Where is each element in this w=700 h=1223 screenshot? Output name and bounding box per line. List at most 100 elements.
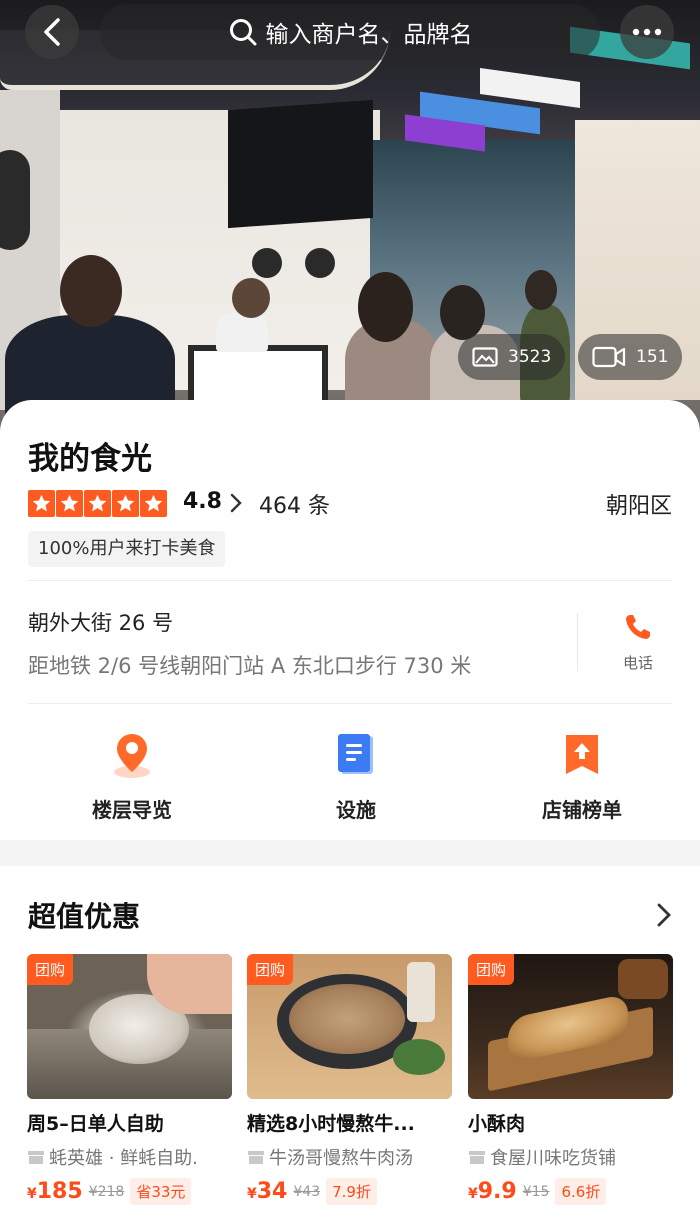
currency-symbol: ¥: [468, 1186, 478, 1202]
deal-shop-name: 蚝英雄 · 鲜蚝自助.: [49, 1148, 198, 1169]
district-label: 朝阳区: [605, 494, 672, 519]
deal-price-row: ¥9.9 ¥15 6.6折: [468, 1178, 673, 1205]
photo-person: [525, 270, 557, 310]
subway-directions[interactable]: 距地铁 2/6 号线朝阳门站 A 东北口步行 730 米: [28, 650, 471, 680]
photo-person: [60, 255, 122, 327]
deal-price-row: ¥34 ¥43 7.9折: [247, 1178, 452, 1205]
video-icon: [592, 346, 626, 368]
deal-card[interactable]: 团购 精选8小时慢熬牛... 牛汤哥慢熬牛肉汤 ¥34 ¥43 7.9折: [247, 954, 452, 1205]
photo-count: 3523: [508, 347, 552, 367]
deals-section: 超值优惠 团购 周5–日单人自助 蚝英雄 · 鲜蚝自助. ¥185 ¥218 省…: [0, 866, 700, 1223]
video-count: 151: [636, 347, 669, 367]
search-placeholder: 输入商户名、品牌名: [265, 22, 473, 48]
deal-name: 精选8小时慢熬牛...: [247, 1113, 415, 1135]
phone-label: 电话: [622, 654, 653, 672]
deal-shop-name: 牛汤哥慢熬牛肉汤: [269, 1148, 413, 1169]
deal-image[interactable]: 团购: [27, 954, 232, 1099]
star-icon: [112, 490, 139, 517]
deal-original-price: ¥218: [88, 1183, 125, 1200]
deal-image: [393, 1039, 445, 1075]
deal-image: [618, 959, 668, 999]
photo-person: [232, 278, 270, 318]
divider: [28, 580, 672, 581]
shop-address[interactable]: 朝外大街 26 号: [28, 607, 173, 637]
video-count-button[interactable]: 151: [578, 334, 683, 380]
photo-clock: [0, 150, 30, 250]
deal-discount: 7.9折: [326, 1178, 377, 1205]
deal-price: ¥185: [27, 1179, 83, 1204]
rating-score[interactable]: 4.8: [183, 489, 222, 514]
deal-price: ¥9.9: [468, 1179, 517, 1204]
search-icon: [229, 19, 256, 46]
deal-original-price: ¥43: [293, 1183, 321, 1200]
store-icon: [469, 1151, 485, 1164]
star-rating[interactable]: [28, 490, 167, 517]
shop-ranking-button[interactable]: 店铺榜单: [502, 730, 662, 823]
currency-symbol: ¥: [27, 1186, 37, 1202]
divider: [28, 703, 672, 704]
star-icon: [56, 490, 83, 517]
shop-tag: 100%用户来打卡美食: [28, 531, 226, 567]
star-icon: [140, 490, 167, 517]
back-button[interactable]: [25, 5, 79, 59]
deal-shop-name: 食屋川味吃货铺: [490, 1148, 616, 1169]
search-bar[interactable]: 输入商户名、品牌名: [100, 4, 600, 60]
deal-name: 周5–日单人自助: [27, 1113, 164, 1135]
ranking-bookmark-icon: [566, 735, 598, 774]
facilities-button[interactable]: 设施: [276, 730, 436, 823]
store-icon: [28, 1151, 44, 1164]
photo-person: [440, 285, 485, 340]
deal-price-value: 185: [36, 1179, 83, 1204]
shop-name: 我的食光: [28, 441, 152, 477]
photo-person: [216, 312, 268, 352]
deal-card[interactable]: 团购 小酥肉 食屋川味吃货铺 ¥9.9 ¥15 6.6折: [468, 954, 673, 1205]
photo-screen: [228, 99, 373, 229]
shop-photo-header[interactable]: 输入商户名、品牌名 3523 151: [0, 0, 700, 440]
photo-clock: [305, 248, 335, 278]
deal-shop: 蚝英雄 · 鲜蚝自助.: [27, 1144, 232, 1170]
deal-image[interactable]: 团购: [247, 954, 452, 1099]
document-icon: [338, 734, 373, 774]
deal-original-price: ¥15: [522, 1183, 550, 1200]
photo-count-button[interactable]: 3523: [458, 334, 566, 380]
deals-title: 超值优惠: [28, 900, 141, 933]
deal-shop: 牛汤哥慢熬牛肉汤: [247, 1144, 452, 1170]
shop-ranking-label: 店铺榜单: [542, 798, 622, 822]
deal-price: ¥34: [247, 1179, 287, 1204]
floor-guide-label: 楼层导览: [92, 798, 172, 822]
star-icon: [28, 490, 55, 517]
deal-name: 小酥肉: [468, 1113, 526, 1135]
phone-icon: [626, 615, 650, 639]
group-buy-badge: 团购: [468, 954, 515, 985]
currency-symbol: ¥: [247, 1186, 257, 1202]
chevron-left-icon: [44, 18, 60, 46]
facilities-label: 设施: [336, 798, 376, 822]
deal-price-row: ¥185 ¥218 省33元: [27, 1178, 232, 1205]
deal-image[interactable]: 团购: [468, 954, 673, 1099]
divider: [577, 613, 578, 671]
group-buy-badge: 团购: [27, 954, 74, 985]
location-pin-icon: [114, 734, 150, 778]
star-icon: [84, 490, 111, 517]
image-icon: [472, 347, 498, 367]
store-icon: [248, 1151, 264, 1164]
shop-info-card: 我的食光 4.8 464 条 朝阳区 100%用户来打卡美食 朝外大街 26 号…: [0, 400, 700, 840]
floor-guide-button[interactable]: 楼层导览: [52, 730, 212, 823]
more-button[interactable]: [620, 5, 674, 59]
deal-price-value: 34: [256, 1179, 288, 1204]
deal-image: [407, 962, 435, 1022]
deal-card[interactable]: 团购 周5–日单人自助 蚝英雄 · 鲜蚝自助. ¥185 ¥218 省33元: [27, 954, 232, 1205]
more-dots-icon: [632, 28, 662, 36]
chevron-right-icon[interactable]: [656, 902, 672, 928]
chevron-right-icon[interactable]: [230, 493, 242, 513]
group-buy-badge: 团购: [247, 954, 294, 985]
deal-image: [289, 984, 405, 1054]
deal-discount: 6.6折: [555, 1178, 607, 1205]
photo-person: [358, 272, 413, 342]
deal-shop: 食屋川味吃货铺: [468, 1144, 673, 1170]
deal-discount: 省33元: [130, 1178, 192, 1205]
review-count[interactable]: 464 条: [259, 488, 330, 520]
deal-price-value: 9.9: [477, 1179, 517, 1204]
phone-button[interactable]: 电话: [603, 612, 673, 673]
photo-clock: [252, 248, 282, 278]
